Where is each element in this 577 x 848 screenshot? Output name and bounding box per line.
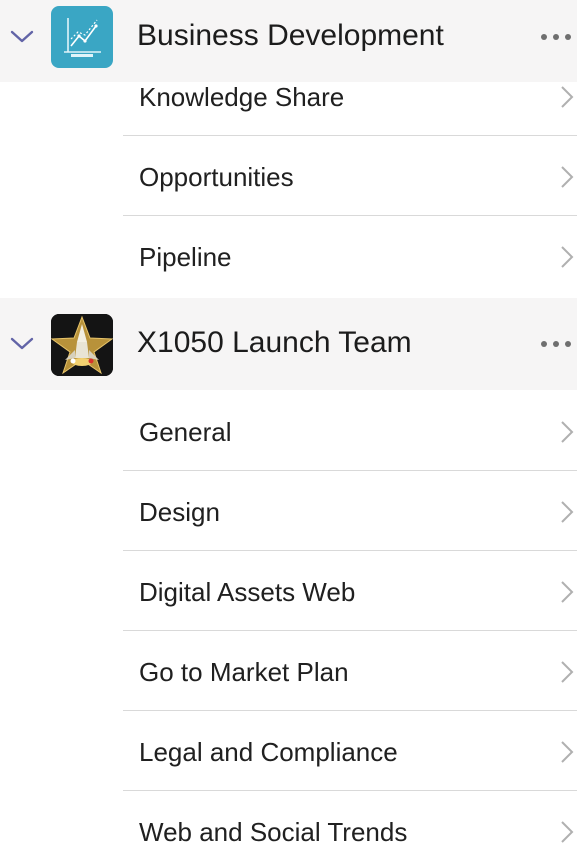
channel-row-go-to-market-plan[interactable]: Go to Market Plan [123,631,577,711]
channel-row-digital-assets-web[interactable]: Digital Assets Web [123,551,577,631]
channel-label: Design [139,497,220,527]
team-avatar [51,6,113,68]
chevron-right-icon [561,421,574,443]
chevron-right-icon [561,246,574,268]
chevron-right-icon [561,661,574,683]
channel-label: Knowledge Share [139,82,345,112]
channel-label: Opportunities [139,162,294,192]
channel-row-knowledge-share[interactable]: Knowledge Share [123,56,577,136]
chevron-right-icon [561,166,574,188]
channel-row-general[interactable]: General [123,391,577,471]
chevron-right-icon [561,86,574,108]
team-avatar [51,314,113,376]
team-title[interactable]: X1050 Launch Team [137,326,412,360]
channel-row-web-and-social-trends[interactable]: Web and Social Trends [123,791,577,848]
channel-row-design[interactable]: Design [123,471,577,551]
chevron-right-icon [561,741,574,763]
channel-label: Go to Market Plan [139,657,349,687]
more-options-icon[interactable] [539,32,573,42]
channel-label: Legal and Compliance [139,737,398,767]
chevron-right-icon [561,581,574,603]
more-options-icon[interactable] [539,339,573,349]
chevron-down-icon[interactable] [9,334,35,354]
rocket-star-icon [51,314,113,376]
channel-label: Pipeline [139,242,232,272]
team-title[interactable]: Business Development [137,19,444,53]
channel-row-opportunities[interactable]: Opportunities [123,136,577,216]
chevron-right-icon [561,821,574,843]
team-header-x1050-launch-team[interactable]: X1050 Launch Team [0,298,577,390]
channel-label: Web and Social Trends [139,817,408,847]
chevron-down-icon[interactable] [9,27,35,47]
channel-row-pipeline[interactable]: Pipeline [123,216,577,296]
channel-row-legal-and-compliance[interactable]: Legal and Compliance [123,711,577,791]
channel-label: Digital Assets Web [139,577,356,607]
chevron-right-icon [561,501,574,523]
channel-label: General [139,417,232,447]
line-chart-icon [64,18,101,57]
